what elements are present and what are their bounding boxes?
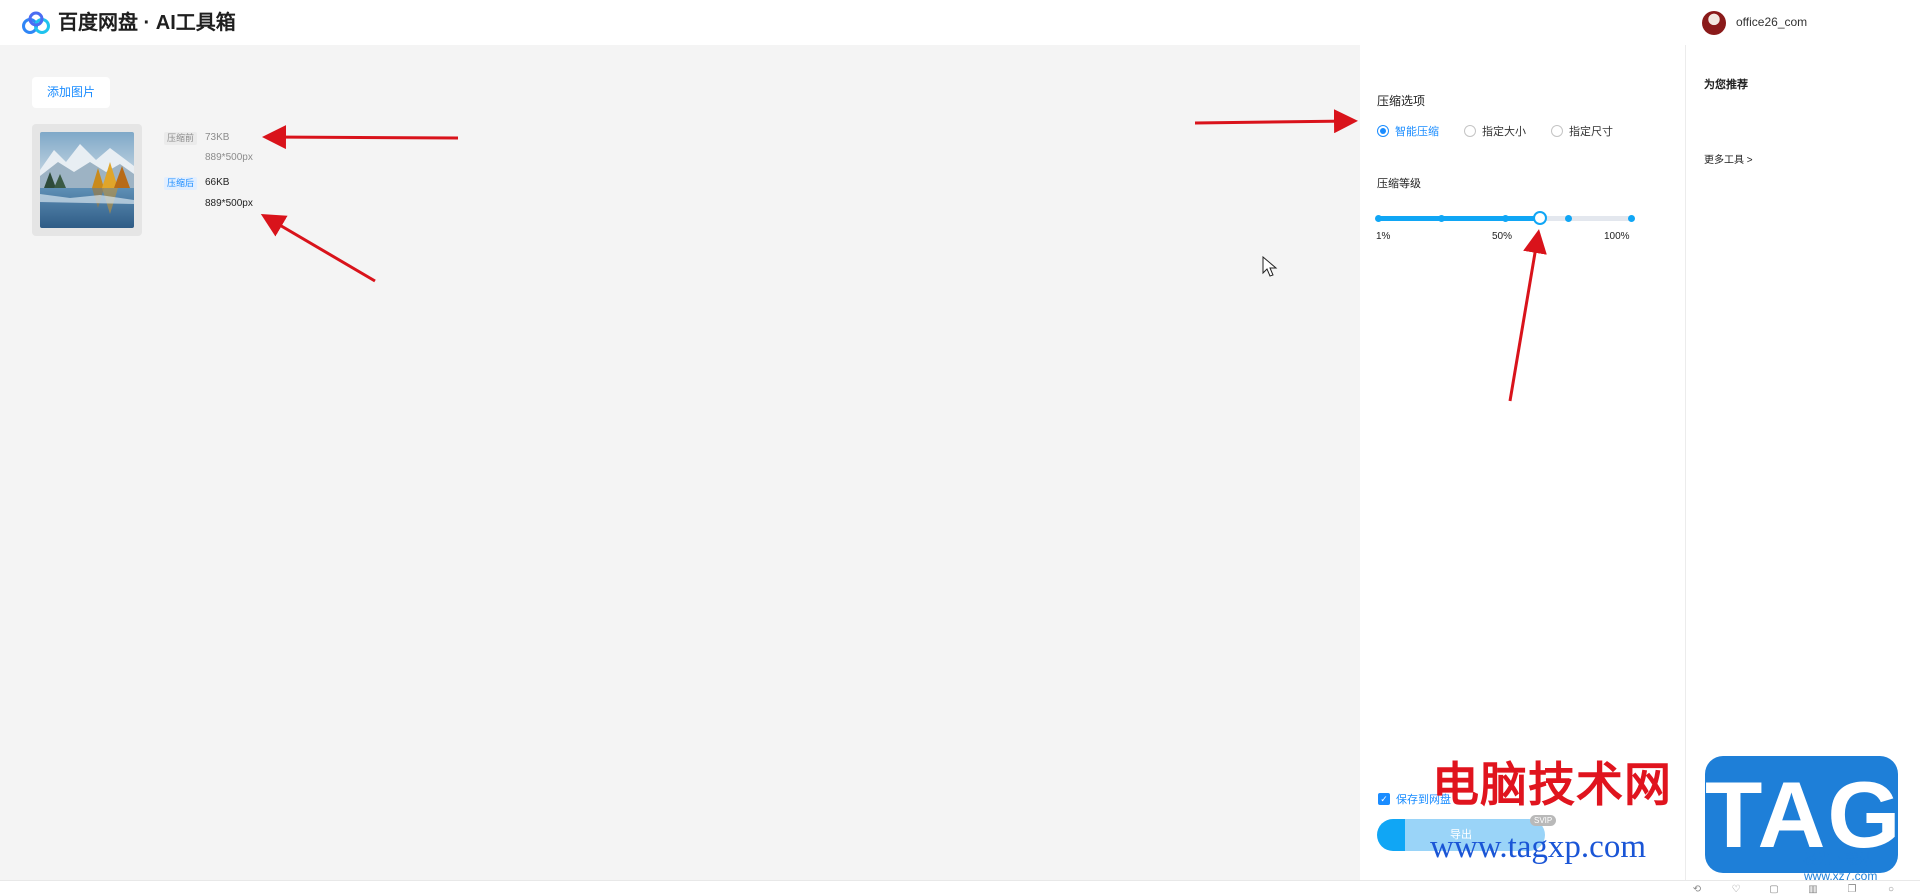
before-file-size: 73KB — [205, 132, 230, 143]
radio-label: 指定尺寸 — [1569, 126, 1613, 138]
compression-level-title: 压缩等级 — [1377, 178, 1421, 190]
slider-min-label: 1% — [1376, 231, 1391, 242]
radio-specify-size[interactable]: 指定大小 — [1464, 123, 1526, 139]
before-compression-tag: 压缩前 — [164, 132, 198, 145]
slider-stop — [1375, 215, 1382, 222]
username[interactable]: office26_com — [1736, 15, 1807, 29]
compression-level-slider[interactable] — [1375, 211, 1635, 225]
slider-stop — [1628, 215, 1635, 222]
recommendation-title: 为您推荐 — [1704, 79, 1748, 91]
app-title: 百度网盘 · AI工具箱 — [58, 12, 236, 34]
more-tools-link[interactable]: 更多工具 > — [1704, 155, 1753, 167]
copy-icon[interactable]: ❐ — [1845, 884, 1859, 895]
radio-specify-dimensions[interactable]: 指定尺寸 — [1551, 123, 1613, 139]
share-icon[interactable]: ⟲ — [1690, 884, 1704, 895]
radio-icon — [1551, 125, 1563, 137]
radio-icon — [1464, 125, 1476, 137]
arrow-to-compression-options — [1194, 109, 1358, 134]
slider-stop — [1564, 215, 1572, 222]
arrow-to-after-size — [260, 213, 376, 283]
watermark-site-name: 电脑技术网 — [1432, 758, 1672, 813]
after-compression-tag: 压缩后 — [164, 177, 198, 190]
slider-fill — [1378, 216, 1540, 221]
compression-options-title: 压缩选项 — [1377, 94, 1426, 108]
after-file-size: 66KB — [205, 177, 230, 188]
watermark-small-url: www.xz7.com — [1804, 869, 1878, 883]
radio-icon — [1377, 125, 1389, 137]
slider-stop — [1501, 215, 1509, 222]
radio-smart-compress[interactable]: 智能压缩 — [1377, 123, 1439, 139]
chart-icon[interactable]: ▥ — [1806, 884, 1820, 895]
mouse-cursor-icon — [1262, 256, 1278, 277]
after-dimensions: 889*500px — [205, 198, 253, 209]
watermark-small-text: 极光下载站 — [1803, 851, 1873, 867]
favorite-icon[interactable]: ♡ — [1729, 884, 1743, 895]
slider-max-label: 100% — [1604, 231, 1630, 242]
watermark-url: www.tagxp.com — [1430, 829, 1646, 865]
arrow-to-before-size — [262, 125, 459, 150]
avatar[interactable] — [1702, 11, 1726, 35]
slider-mid-label: 50% — [1492, 231, 1513, 242]
recommendation-panel — [1685, 45, 1920, 880]
radio-label: 指定大小 — [1482, 126, 1526, 138]
landscape-image-thumbnail — [40, 132, 134, 228]
svip-badge: SVIP — [1530, 815, 1557, 826]
add-image-button[interactable]: 添加图片 — [32, 77, 110, 108]
compression-settings-panel — [1360, 45, 1685, 880]
slider-thumb[interactable] — [1532, 211, 1547, 225]
top-bar: 百度网盘 · AI工具箱 office26_com — [0, 0, 1920, 45]
search-icon[interactable]: ○ — [1884, 884, 1898, 895]
checkbox-check-icon: ✓ — [1378, 793, 1390, 805]
radio-label: 智能压缩 — [1395, 126, 1439, 138]
baidu-netdisk-logo — [22, 11, 50, 34]
image-thumbnail-card[interactable] — [32, 124, 142, 236]
before-dimensions: 889*500px — [205, 152, 253, 163]
bottom-toolbar — [0, 880, 1920, 895]
delete-icon[interactable]: ▢ — [1767, 884, 1781, 895]
